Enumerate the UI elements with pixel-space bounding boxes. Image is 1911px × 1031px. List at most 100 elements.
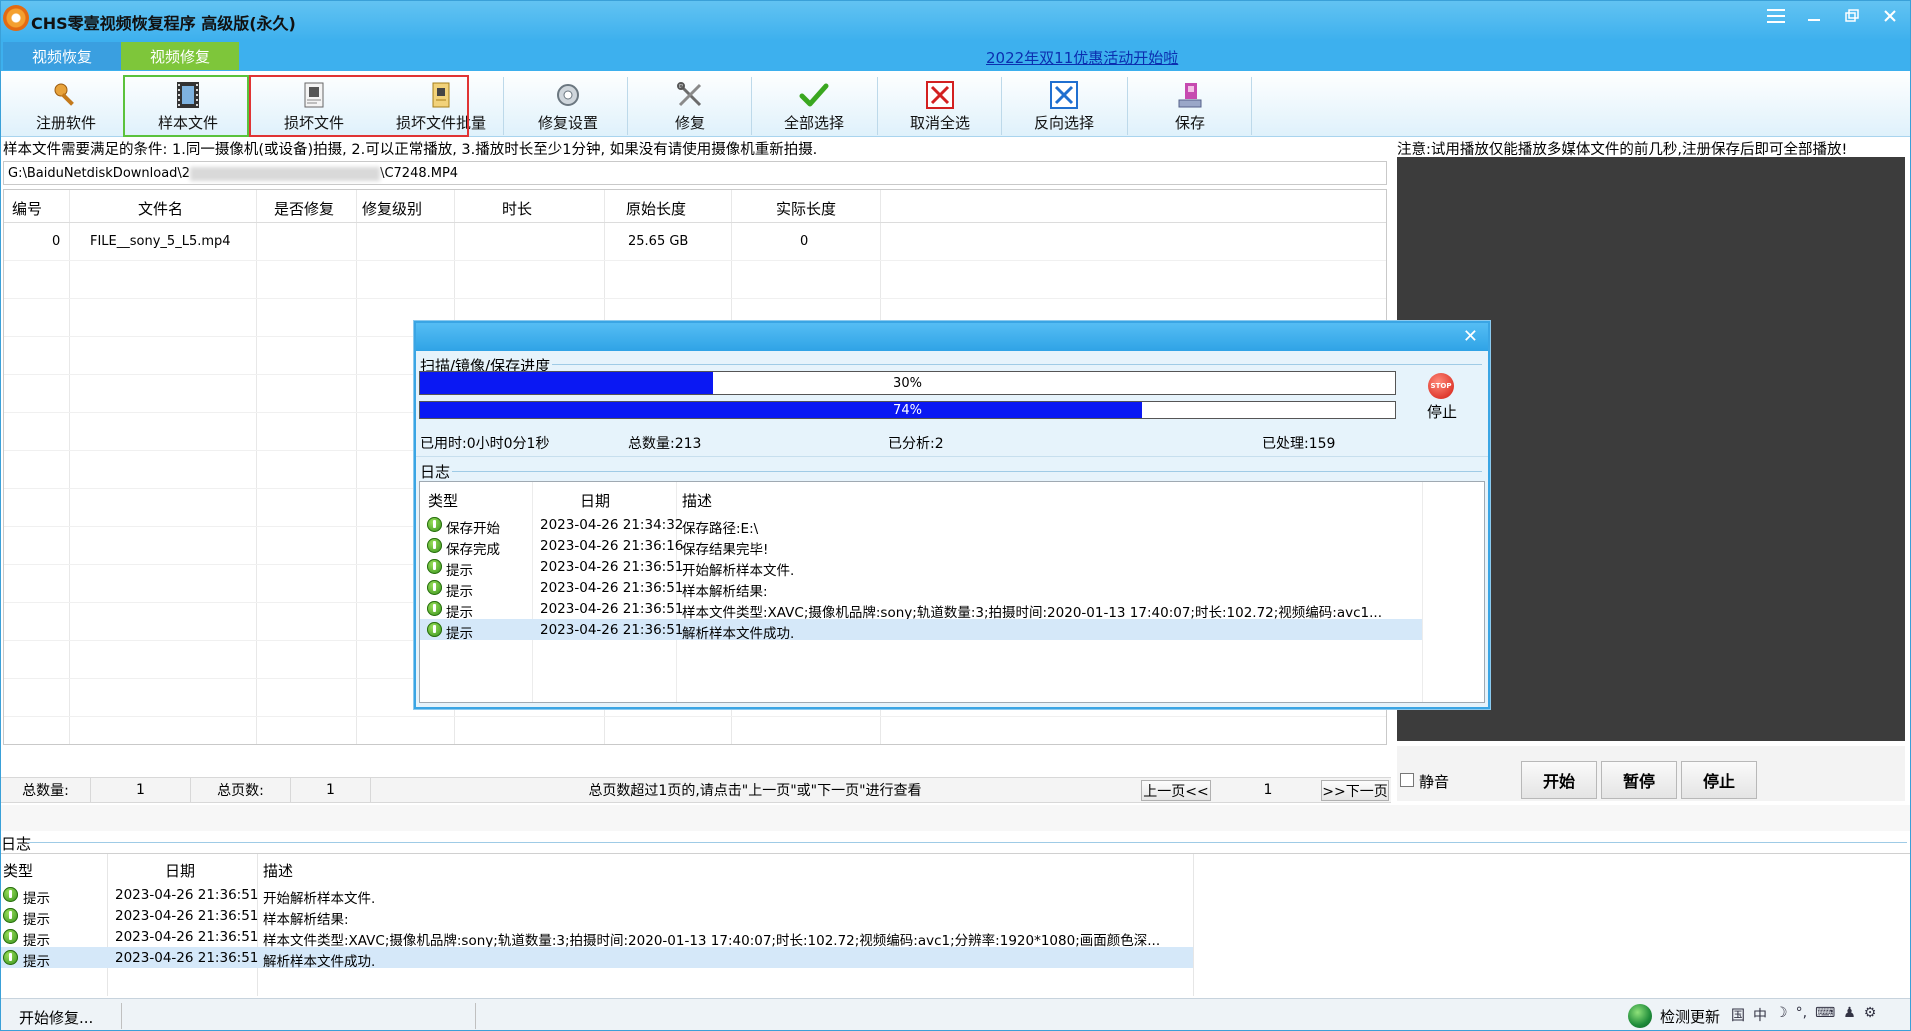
register-button[interactable]: 注册软件 <box>5 77 127 135</box>
log-desc: 开始解析样本文件. <box>263 891 376 907</box>
log-date: 2023-04-26 21:36:16 <box>540 538 684 554</box>
restore-icon[interactable] <box>1838 3 1866 29</box>
col-header-repair-level[interactable]: 修复级别 <box>362 198 422 219</box>
log-date: 2023-04-26 21:36:51 <box>115 929 259 945</box>
keyboard-icon[interactable]: ⌨ <box>1815 1005 1835 1025</box>
check-update-link[interactable]: 检测更新 <box>1660 1006 1720 1027</box>
log-type: 提示 <box>23 933 50 949</box>
list-item[interactable]: 提示 2023-04-26 21:36:51 解析样本文件成功. <box>420 619 1422 642</box>
log-desc: 保存路径:E:\ <box>682 521 759 537</box>
dialog-log-col-date[interactable]: 日期 <box>580 490 610 511</box>
wrench-icon[interactable]: ⚙ <box>1864 1005 1877 1025</box>
ime-chinese-icon[interactable]: 中 <box>1753 1005 1767 1025</box>
bottom-log-col-desc[interactable]: 描述 <box>263 860 293 881</box>
bottom-log-col-type[interactable]: 类型 <box>3 860 33 881</box>
log-date: 2023-04-26 21:36:51 <box>115 950 259 966</box>
col-header-id[interactable]: 编号 <box>12 198 42 219</box>
deselect-all-button[interactable]: 取消全选 <box>879 77 1001 135</box>
next-page-button[interactable]: >>下一页 <box>1321 780 1389 801</box>
select-all-button[interactable]: 全部选择 <box>753 77 875 135</box>
list-item[interactable]: 提示 2023-04-26 21:36:51 样本解析结果: <box>1 905 1193 928</box>
total-pages-label: 总页数: <box>191 778 291 802</box>
dialog-log-table[interactable]: 类型 日期 描述 保存开始 2023-04-26 21:34:32 保存路径:E… <box>419 481 1485 703</box>
window-title: CHS零壹视频恢复程序 高级版(永久) <box>31 14 296 33</box>
list-item[interactable]: 提示 2023-04-26 21:36:51 样本解析结果: <box>420 577 1422 600</box>
total-count-label: 总数量: <box>1 778 91 802</box>
col-header-filename[interactable]: 文件名 <box>138 198 183 219</box>
list-item[interactable]: 提示 2023-04-26 21:36:51 样本文件类型:XAVC;摄像机品牌… <box>1 926 1193 949</box>
repair-button[interactable]: 修复 <box>629 77 751 135</box>
tab-video-repair[interactable]: 视频修复 <box>121 42 239 70</box>
log-type: 提示 <box>446 626 473 642</box>
col-header-actual-size[interactable]: 实际长度 <box>776 198 836 219</box>
moon-icon[interactable]: ☽ <box>1775 1005 1788 1025</box>
bottom-log-table[interactable]: 类型 日期 描述 提示 2023-04-26 21:36:51 开始解析样本文件… <box>1 853 1910 996</box>
globe-icon[interactable] <box>1628 1004 1652 1028</box>
save-button[interactable]: 保存 <box>1129 77 1251 135</box>
col-header-repaired[interactable]: 是否修复 <box>274 198 334 219</box>
save-disk-icon <box>1175 80 1205 110</box>
list-item[interactable]: 保存完成 2023-04-26 21:36:16 保存结果完毕! <box>420 535 1422 558</box>
info-icon <box>427 580 442 595</box>
tab-video-recovery[interactable]: 视频恢复 <box>3 42 121 70</box>
col-header-original-size[interactable]: 原始长度 <box>626 198 686 219</box>
current-page-input[interactable]: 1 <box>1213 778 1323 802</box>
log-desc: 样本解析结果: <box>263 912 349 928</box>
info-icon <box>3 950 18 965</box>
bottom-log-col-date[interactable]: 日期 <box>165 860 195 881</box>
spacer-strip <box>1 805 1910 831</box>
invert-selection-label: 反向选择 <box>1033 114 1094 132</box>
dialog-log-col-type[interactable]: 类型 <box>428 490 458 511</box>
cell-original-size: 25.65 GB <box>628 234 689 249</box>
dialog-stop-button[interactable]: 停止 <box>1427 401 1457 422</box>
cell-actual-size: 0 <box>800 234 809 249</box>
blue-x-icon <box>1049 80 1079 110</box>
info-icon <box>3 887 18 902</box>
prev-page-button[interactable]: 上一页<< <box>1141 780 1211 801</box>
punctuation-icon[interactable]: °, <box>1796 1005 1807 1025</box>
log-date: 2023-04-26 21:36:51 <box>540 601 684 617</box>
list-item[interactable]: 提示 2023-04-26 21:36:51 开始解析样本文件. <box>1 884 1193 907</box>
tools-icon <box>675 80 705 110</box>
log-desc: 保存结果完毕! <box>682 542 769 558</box>
menu-icon[interactable] <box>1762 3 1790 29</box>
stop-icon[interactable]: STOP <box>1428 373 1454 399</box>
list-item[interactable]: 提示 2023-04-26 21:36:51 解析样本文件成功. <box>1 947 1193 970</box>
ime-mode-icon[interactable]: 国 <box>1731 1005 1745 1025</box>
deselect-all-label: 取消全选 <box>909 114 970 132</box>
invert-selection-button[interactable]: 反向选择 <box>1003 77 1125 135</box>
stop-button[interactable]: 停止 <box>1681 761 1757 799</box>
system-tray: 国 中 ☽ °, ⌨ ♟ ⚙ <box>1731 1005 1876 1025</box>
close-icon[interactable] <box>1876 3 1904 29</box>
list-item[interactable]: 提示 2023-04-26 21:36:51 样本文件类型:XAVC;摄像机品牌… <box>420 598 1422 621</box>
log-desc: 开始解析样本文件. <box>682 563 795 579</box>
save-label: 保存 <box>1174 114 1205 132</box>
dialog-log-col-desc[interactable]: 描述 <box>682 490 712 511</box>
info-icon <box>427 517 442 532</box>
repair-settings-button[interactable]: 修复设置 <box>507 77 629 135</box>
start-button[interactable]: 开始 <box>1521 761 1597 799</box>
info-icon <box>427 538 442 553</box>
file-path-field[interactable]: G:\BaiduNetdiskDownload\2 \C7248.MP4 <box>3 161 1387 185</box>
redacted-path-segment <box>190 166 381 181</box>
dialog-title-bar: ✕ <box>416 323 1488 351</box>
path-suffix: \C7248.MP4 <box>380 166 459 181</box>
user-icon[interactable]: ♟ <box>1843 1005 1856 1025</box>
log-type: 提示 <box>23 912 50 928</box>
col-header-duration[interactable]: 时长 <box>502 198 532 219</box>
mute-checkbox[interactable] <box>1400 773 1414 787</box>
status-bar: 开始修复... 检测更新 国 中 ☽ °, ⌨ ♟ ⚙ <box>1 998 1910 1030</box>
promo-link[interactable]: 2022年双11优惠活动开始啦 <box>986 47 1178 68</box>
list-item[interactable]: 保存开始 2023-04-26 21:34:32 保存路径:E:\ <box>420 514 1422 537</box>
bottom-log-title: 日志 <box>1 835 32 853</box>
red-x-icon <box>925 80 955 110</box>
player-trial-notice: 注意:试用播放仅能播放多媒体文件的前几秒,注册保存后即可全部播放! <box>1397 142 1848 158</box>
log-type: 提示 <box>446 584 473 600</box>
dialog-close-icon[interactable]: ✕ <box>1463 326 1478 347</box>
pager-hint: 总页数超过1页的,请点击"上一页"或"下一页"进行查看 <box>588 783 922 799</box>
list-item[interactable]: 提示 2023-04-26 21:36:51 开始解析样本文件. <box>420 556 1422 579</box>
pagination-bar: 总数量: 1 总页数: 1 总页数超过1页的,请点击"上一页"或"下一页"进行查… <box>1 777 1391 803</box>
minimize-icon[interactable] <box>1800 3 1828 29</box>
pause-button[interactable]: 暂停 <box>1601 761 1677 799</box>
path-prefix: G:\BaiduNetdiskDownload\2 <box>8 166 191 181</box>
